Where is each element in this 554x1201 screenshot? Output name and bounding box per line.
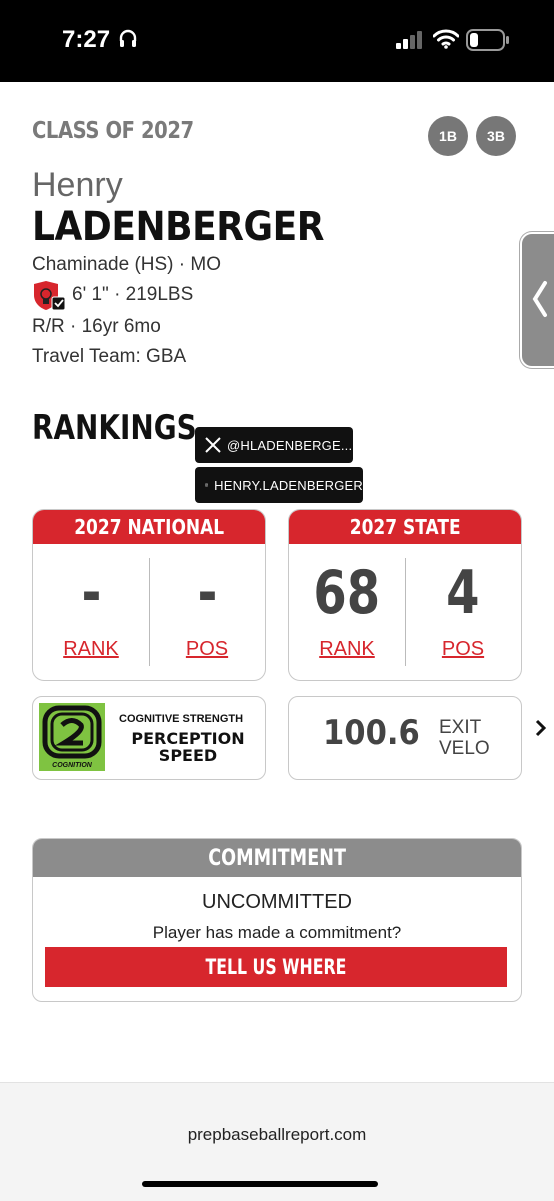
instagram-icon xyxy=(205,477,208,493)
status-time: 7:27 xyxy=(62,26,110,54)
national-rank-link[interactable]: RANK xyxy=(33,638,149,661)
url-text[interactable]: prepbaseballreport.com xyxy=(0,1125,554,1145)
cognitive-title: PERCEPTION SPEED xyxy=(113,730,263,764)
wifi-icon xyxy=(433,29,459,49)
headphones-icon xyxy=(118,28,138,48)
commitment-question: Player has made a commitment? xyxy=(33,923,521,943)
x-handle-text: @HLADENBERGE... xyxy=(227,438,352,453)
player-last-name: LADENBERGER xyxy=(32,204,324,250)
commitment-card: COMMITMENT UNCOMMITTED Player has made a… xyxy=(32,838,522,1002)
state-pos-value: 4 xyxy=(405,558,521,628)
verified-shield-icon xyxy=(32,281,66,311)
player-bats-throws-age: R/R · 16yr 6mo xyxy=(32,316,161,338)
cognitive-strength-card[interactable]: COGNITION COGNITIVE STRENGTH PERCEPTION … xyxy=(32,696,266,780)
signal-icon xyxy=(396,31,424,49)
status-bar: 7:27 xyxy=(0,0,554,82)
class-of-label: CLASS OF 2027 xyxy=(32,118,194,144)
tell-us-where-button[interactable]: TELL US WHERE xyxy=(45,947,507,987)
battery-icon xyxy=(466,29,510,51)
state-card-header: 2027 STATE xyxy=(289,510,521,544)
player-size: 6' 1" · 219LBS xyxy=(72,284,193,306)
instagram-handle-text: HENRY.LADENBERGER xyxy=(214,478,363,493)
exit-velo-card[interactable]: 100.6 EXIT VELO xyxy=(288,696,522,780)
x-handle-link[interactable]: @HLADENBERGE... xyxy=(195,427,353,463)
x-logo-icon xyxy=(205,437,221,453)
instagram-handle-link[interactable]: HENRY.LADENBERGER xyxy=(195,467,363,503)
exit-velo-value: 100.6 xyxy=(323,713,431,753)
browser-url-bar[interactable]: prepbaseballreport.com xyxy=(0,1082,554,1201)
state-pos-link[interactable]: POS xyxy=(405,638,521,661)
state-rank-column: 68 RANK xyxy=(289,544,405,680)
national-ranking-card: 2027 NATIONAL - RANK - POS xyxy=(32,509,266,681)
rankings-heading: RANKINGS xyxy=(32,408,197,448)
national-pos-column: - POS xyxy=(149,544,265,680)
state-rank-link[interactable]: RANK xyxy=(289,638,405,661)
national-rank-value: - xyxy=(33,558,149,628)
commitment-status: UNCOMMITTED xyxy=(33,891,521,914)
national-pos-link[interactable]: POS xyxy=(149,638,265,661)
commitment-header: COMMITMENT xyxy=(33,839,521,877)
cognitive-title-line1: PERCEPTION xyxy=(113,730,263,747)
player-profile: CLASS OF 2027 1B 3B Henry LADENBERGER Ch… xyxy=(0,82,554,1082)
cognition-logo: COGNITION xyxy=(39,703,105,771)
exit-velo-label-line2: VELO xyxy=(439,738,490,759)
national-card-header: 2027 NATIONAL xyxy=(33,510,265,544)
exit-velo-label-line1: EXIT xyxy=(439,717,490,738)
home-indicator[interactable] xyxy=(142,1181,378,1187)
exit-velo-label: EXIT VELO xyxy=(439,717,490,759)
position-badge-3b[interactable]: 3B xyxy=(476,116,516,156)
cognition-2-logo-icon: COGNITION xyxy=(39,703,105,771)
player-school: Chaminade (HS) · MO xyxy=(32,254,221,276)
position-badge-1b[interactable]: 1B xyxy=(428,116,468,156)
national-pos-value: - xyxy=(149,558,265,628)
chevron-left-icon xyxy=(531,280,549,318)
player-first-name: Henry xyxy=(32,166,123,205)
svg-text:COGNITION: COGNITION xyxy=(52,762,93,769)
side-drawer-tab[interactable] xyxy=(520,232,554,368)
state-pos-column: 4 POS xyxy=(405,544,521,680)
cognitive-title-line2: SPEED xyxy=(113,747,263,764)
national-rank-column: - RANK xyxy=(33,544,149,680)
player-travel-team: Travel Team: GBA xyxy=(32,346,186,368)
chevron-right-icon[interactable] xyxy=(534,718,548,738)
cognitive-subtitle: COGNITIVE STRENGTH xyxy=(119,713,243,725)
state-ranking-card: 2027 STATE 68 RANK 4 POS xyxy=(288,509,522,681)
state-rank-value: 68 xyxy=(289,558,405,628)
